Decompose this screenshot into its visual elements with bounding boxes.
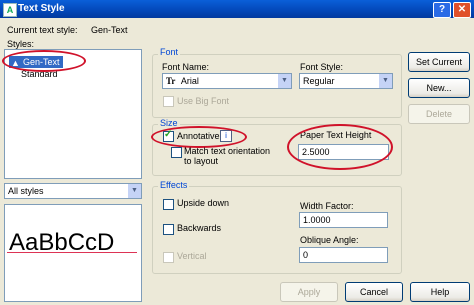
preview-pane: AaBbCcD <box>4 204 142 302</box>
backwards-label: Backwards <box>177 223 222 233</box>
delete-button[interactable]: Delete <box>408 104 470 124</box>
chevron-down-icon[interactable]: ▼ <box>278 74 291 88</box>
font-name-label: Font Name: <box>162 62 210 72</box>
apply-button[interactable]: Apply <box>280 282 338 302</box>
vertical-checkbox[interactable] <box>163 252 174 263</box>
chevron-down-icon[interactable]: ▼ <box>379 74 392 88</box>
font-style-label: Font Style: <box>300 62 344 72</box>
upside-down-checkbox[interactable] <box>163 199 174 210</box>
preview-baseline <box>7 252 137 253</box>
match-orientation-label-2: to layout <box>184 156 219 166</box>
annotation-circle <box>151 126 247 148</box>
font-style-value: Regular <box>303 76 335 86</box>
oblique-angle-input[interactable]: 0 <box>299 247 388 263</box>
annotation-circle <box>2 50 86 72</box>
cancel-button[interactable]: Cancel <box>345 282 403 302</box>
use-big-font-checkbox[interactable] <box>163 96 174 107</box>
app-icon: A <box>3 3 17 17</box>
chevron-down-icon[interactable]: ▼ <box>128 184 141 198</box>
use-big-font-label: Use Big Font <box>177 96 230 106</box>
match-orientation-checkbox[interactable] <box>171 147 182 158</box>
vertical-label: Vertical <box>177 251 207 261</box>
new-button[interactable]: New... <box>408 78 470 98</box>
upside-down-label: Upside down <box>177 198 230 208</box>
oblique-angle-label: Oblique Angle: <box>300 235 359 245</box>
styles-label: Styles: <box>7 39 35 49</box>
style-filter-select[interactable]: All styles ▼ <box>4 183 142 199</box>
help-button[interactable]: Help <box>410 282 470 302</box>
title-bar[interactable] <box>0 0 474 18</box>
font-group-title: Font <box>158 47 181 57</box>
help-icon[interactable]: ? <box>433 2 451 18</box>
current-style-label: Current text style: <box>7 25 78 35</box>
current-style-value: Gen-Text <box>91 25 128 35</box>
set-current-button[interactable]: Set Current <box>408 52 470 72</box>
font-name-value: Arial <box>180 76 199 86</box>
width-factor-input[interactable]: 1.0000 <box>299 212 388 228</box>
backwards-checkbox[interactable] <box>163 224 174 235</box>
annotation-circle <box>287 124 393 170</box>
font-name-select[interactable]: Tr Arial ▼ <box>162 73 292 89</box>
style-filter-value: All styles <box>8 186 44 196</box>
close-icon[interactable]: ✕ <box>453 2 471 18</box>
effects-group-title: Effects <box>158 180 190 190</box>
font-style-select[interactable]: Regular ▼ <box>299 73 393 89</box>
match-orientation-label: Match text orientation <box>184 146 271 156</box>
width-factor-label: Width Factor: <box>300 201 354 211</box>
window-title: Text Style <box>18 3 65 14</box>
truetype-icon: Tr <box>166 76 176 86</box>
